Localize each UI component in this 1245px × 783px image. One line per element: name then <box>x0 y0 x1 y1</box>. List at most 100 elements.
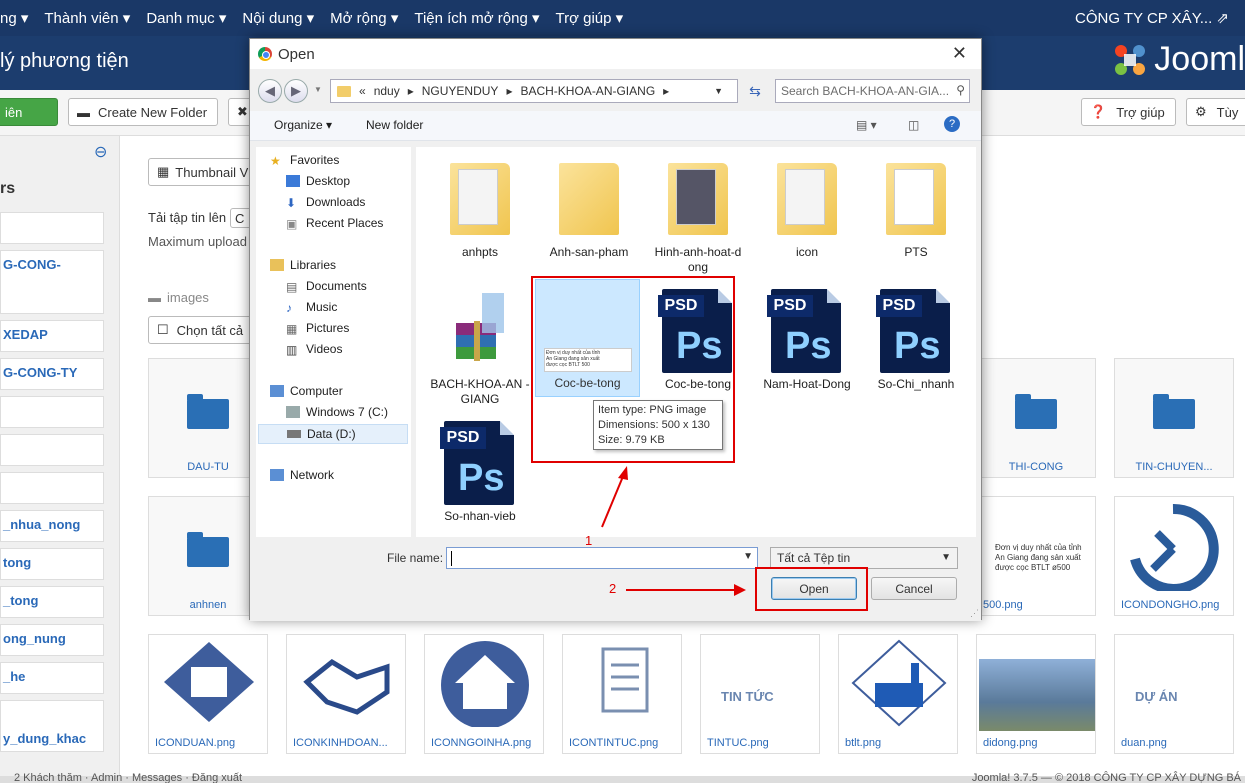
sidebar-item[interactable]: XEDAP <box>0 320 104 352</box>
nav-network[interactable]: Network <box>270 468 334 482</box>
company-link[interactable]: CÔNG TY CP XÂY... ⇗ <box>1075 9 1229 27</box>
address-crumb[interactable]: nduy <box>374 84 400 98</box>
nav-label: Windows 7 (C:) <box>306 405 389 419</box>
folder-item[interactable]: Hinh-anh-hoat-d ong <box>648 155 748 275</box>
filetype-select[interactable]: Tất cả Tệp tin ▼ <box>770 547 958 569</box>
organize-button[interactable]: Organize ▾ <box>274 118 332 132</box>
menu-item-partial[interactable]: ng ▾ <box>0 9 28 27</box>
collapse-icon[interactable]: ⊖ <box>94 142 107 162</box>
sidebar-item[interactable]: _he <box>0 662 104 694</box>
menu-item-content[interactable]: Nội dung ▾ <box>242 9 314 27</box>
sidebar-item[interactable]: G-CONG- <box>0 250 104 314</box>
resize-grip-icon[interactable]: ⋰ <box>970 608 979 619</box>
search-input[interactable]: Search BACH-KHOA-AN-GIA... ⚲ <box>775 79 970 103</box>
nav-label: Videos <box>306 342 343 356</box>
chevron-right-icon[interactable]: ▸ <box>663 84 669 98</box>
nav-libraries[interactable]: Libraries <box>270 258 336 272</box>
nav-d-drive[interactable]: Data (D:) <box>258 424 408 444</box>
help-icon[interactable]: ? <box>944 116 960 132</box>
select-all-button[interactable]: ☐ Chọn tất cả <box>148 316 258 344</box>
sidebar-item[interactable]: tong <box>0 548 104 580</box>
menu-item-help[interactable]: Trợ giúp ▾ <box>556 9 624 27</box>
history-dropdown-icon[interactable]: ▼ <box>314 85 322 94</box>
address-crumb[interactable]: NGUYENDUY <box>422 84 499 98</box>
recent-places-icon: ▣ <box>286 217 298 231</box>
image-card[interactable]: Đơn vị duy nhất của tỉnh An Giang đang s… <box>976 496 1096 616</box>
folder-item[interactable]: Anh-san-pham <box>539 155 639 260</box>
image-card[interactable]: DỰ ÁN duan.png <box>1114 634 1234 754</box>
chevron-down-icon[interactable]: ▼ <box>743 551 753 562</box>
nav-computer[interactable]: Computer <box>270 384 343 398</box>
view-toggle-button[interactable]: ▦ Thumbnail V <box>148 158 258 186</box>
image-card[interactable]: didong.png <box>976 634 1096 754</box>
sidebar-item[interactable]: G-CONG-TY <box>0 358 104 390</box>
sidebar-item[interactable]: y_dung_khac <box>0 700 104 752</box>
image-card[interactable]: ICONDUAN.png <box>148 634 268 754</box>
thumb-line: được cọc BTLT ø500 <box>995 563 1071 572</box>
new-folder-button[interactable]: New folder <box>366 118 423 132</box>
folder-card[interactable]: THI-CONG <box>976 358 1096 478</box>
folder-item[interactable]: PTS <box>866 155 966 260</box>
image-card[interactable]: ICONTINTUC.png <box>562 634 682 754</box>
menu-item-users[interactable]: Thành viên ▾ <box>44 9 130 27</box>
nav-pictures[interactable]: ▦ Pictures <box>286 321 349 336</box>
ps-mark: Ps <box>785 325 832 367</box>
psd-file-item[interactable]: PSD Ps So-nhan-vieb <box>430 419 530 524</box>
options-button[interactable]: ⚙ Tùy <box>1186 98 1245 126</box>
nav-desktop[interactable]: Desktop <box>286 174 350 188</box>
chevron-right-icon[interactable]: ▸ <box>408 84 414 98</box>
refresh-icon[interactable]: ⇆ <box>742 79 768 103</box>
menu-item-extend[interactable]: Mở rộng ▾ <box>330 9 398 27</box>
nav-documents[interactable]: ▤ Documents <box>286 279 367 294</box>
chevron-right-icon[interactable]: ▸ <box>506 84 512 98</box>
view-options-icon[interactable]: ▤ ▾ <box>856 118 877 132</box>
address-overflow[interactable]: « <box>359 84 366 98</box>
psd-file-item[interactable]: PSD Ps Nam-Hoat-Dong <box>757 287 857 392</box>
back-button[interactable]: ◀ <box>258 79 282 103</box>
sidebar-item[interactable] <box>0 396 104 428</box>
chevron-down-icon[interactable]: ▼ <box>714 86 723 96</box>
folder-item[interactable]: icon <box>757 155 857 260</box>
address-bar[interactable]: « nduy ▸ NGUYENDUY ▸ BACH-KHOA-AN-GIANG … <box>330 79 738 103</box>
sidebar-item[interactable]: ong_nung <box>0 624 104 656</box>
nav-favorites[interactable]: ★ Favorites <box>270 153 339 168</box>
image-card[interactable]: ICONDONGHO.png <box>1114 496 1234 616</box>
folder-item[interactable]: anhpts <box>430 155 530 260</box>
psd-file-item[interactable]: PSD Ps So-Chi_nhanh <box>866 287 966 392</box>
sidebar-item[interactable]: _tong <box>0 586 104 618</box>
folder-card[interactable]: TIN-CHUYEN... <box>1114 358 1234 478</box>
image-card[interactable]: btlt.png <box>838 634 958 754</box>
image-card[interactable]: ICONNGOINHA.png <box>424 634 544 754</box>
search-icon: ⚲ <box>956 83 965 97</box>
create-folder-button[interactable]: ▬ Create New Folder <box>68 98 218 126</box>
file-label: anhpts <box>461 245 499 259</box>
nav-c-drive[interactable]: Windows 7 (C:) <box>286 405 388 419</box>
address-crumb[interactable]: BACH-KHOA-AN-GIANG <box>520 84 655 98</box>
sidebar-item[interactable] <box>0 212 104 244</box>
sidebar-item[interactable]: _nhua_nong <box>0 510 104 542</box>
nav-recent[interactable]: ▣ Recent Places <box>286 216 383 231</box>
sidebar-item[interactable] <box>0 472 104 504</box>
preview-pane-icon[interactable]: ◫ <box>908 118 919 132</box>
nav-music[interactable]: ♪ Music <box>286 300 337 315</box>
upload-button-label: iên <box>5 104 23 120</box>
filename-input[interactable]: ▼ <box>446 547 758 569</box>
archive-item[interactable]: BACH-KHOA-AN -GIANG <box>430 287 530 407</box>
close-icon[interactable]: ✕ <box>952 43 967 64</box>
image-card[interactable]: ICONKINHDOAN... <box>286 634 406 754</box>
folder-icon <box>187 394 229 429</box>
ps-mark: Ps <box>894 325 941 367</box>
cancel-button[interactable]: Cancel <box>871 577 957 600</box>
breadcrumb[interactable]: ▬ images <box>148 290 209 305</box>
nav-label: Desktop <box>306 174 351 188</box>
nav-downloads[interactable]: ⬇ Downloads <box>286 195 365 210</box>
dialog-titlebar[interactable]: Open ✕ <box>250 39 981 69</box>
menu-item-categories[interactable]: Danh mục ▾ <box>146 9 226 27</box>
image-card[interactable]: TIN TỨC TINTUC.png <box>700 634 820 754</box>
forward-button[interactable]: ▶ <box>284 79 308 103</box>
help-button[interactable]: ❓ Trợ giúp <box>1081 98 1176 126</box>
upload-button[interactable]: iên <box>0 98 58 126</box>
menu-item-extensions[interactable]: Tiện ích mở rộng ▾ <box>414 9 539 27</box>
nav-videos[interactable]: ▥ Videos <box>286 342 343 357</box>
sidebar-item[interactable] <box>0 434 104 466</box>
